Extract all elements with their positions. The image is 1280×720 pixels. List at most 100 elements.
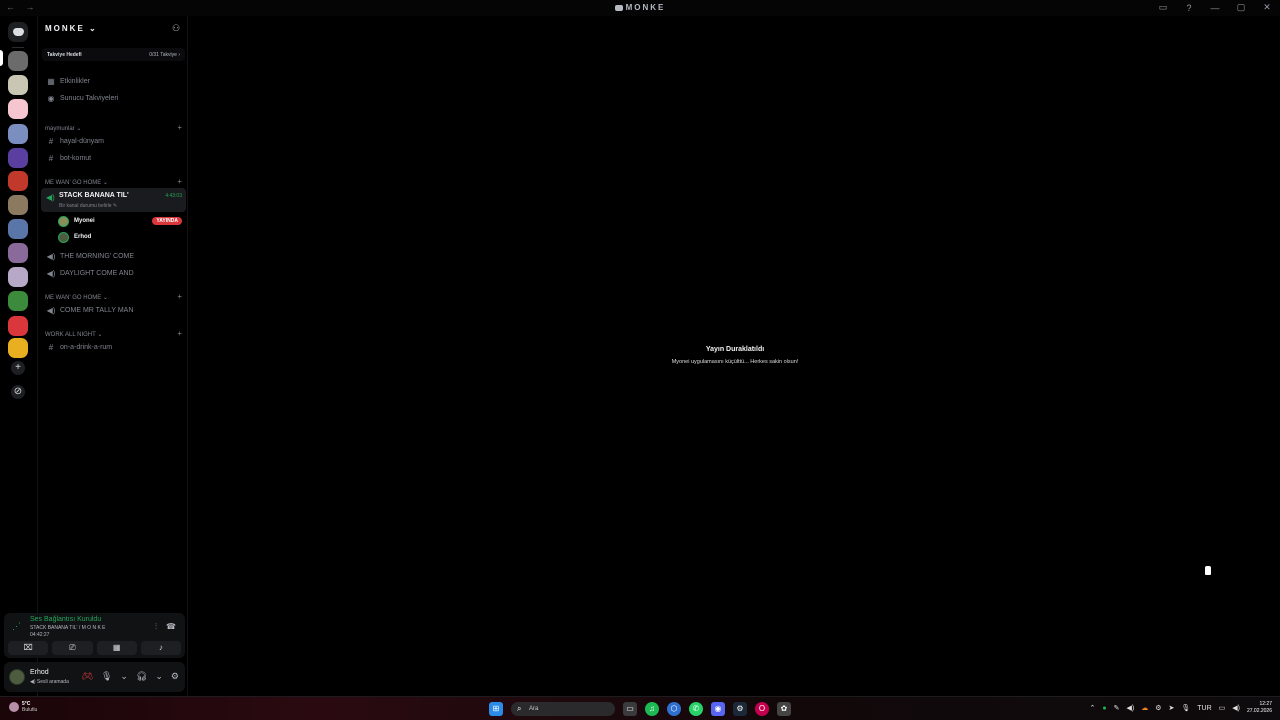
- headphones-icon[interactable]: 🎧︎: [136, 671, 147, 682]
- category-me-wan-go-home[interactable]: ME WAN' GO HOME ⌄ +: [45, 178, 182, 187]
- opera-icon[interactable]: O: [755, 702, 769, 716]
- microphone-icon[interactable]: 🎙︎: [101, 671, 112, 682]
- server-icon[interactable]: [8, 291, 28, 311]
- voice-status[interactable]: Ses Bağlantısı Kuruldu: [30, 616, 101, 623]
- speaker-icon: ◀): [46, 193, 55, 202]
- server-icon[interactable]: [8, 171, 28, 191]
- voice-channel-active[interactable]: ◀) STACK BANANA TIL' 4:43:03 Bir kanal d…: [41, 188, 186, 212]
- steam-icon[interactable]: ⚙: [733, 702, 747, 716]
- gear-icon[interactable]: ⚙: [171, 671, 179, 682]
- server-icon[interactable]: [8, 243, 28, 263]
- soundboard-button[interactable]: ♪: [140, 641, 181, 655]
- tray-app-icon[interactable]: ●: [1102, 705, 1106, 712]
- clock-time: 12:27: [1259, 701, 1272, 707]
- add-channel-icon[interactable]: +: [177, 178, 182, 186]
- server-icon[interactable]: [8, 267, 28, 287]
- volume-icon[interactable]: ◀): [1126, 704, 1134, 712]
- member-name: Erhod: [74, 234, 92, 240]
- chevron-down-icon[interactable]: ⌄: [120, 671, 128, 682]
- category-work-all-night[interactable]: WORK ALL NIGHT ⌄ +: [45, 330, 182, 339]
- voice-timer: 4:43:03: [165, 193, 182, 199]
- search-input[interactable]: Ara: [511, 702, 615, 716]
- server-icon[interactable]: [8, 51, 28, 71]
- category-name: maymunlar: [45, 126, 75, 132]
- voice-member[interactable]: Myonei: [58, 214, 95, 228]
- close-button[interactable]: ✕: [1260, 2, 1274, 13]
- discord-icon: [12, 28, 24, 36]
- discord-taskbar-icon[interactable]: ◉: [711, 702, 725, 716]
- voice-connection-panel: ⋰ Ses Bağlantısı Kuruldu STACK BANANA TI…: [4, 613, 185, 658]
- channel-bot-komut[interactable]: # bot-komut: [42, 151, 185, 166]
- channel-status-text: Bir kanal durumu belirle: [59, 203, 112, 209]
- category-name: ME WAN' GO HOME: [45, 295, 102, 301]
- server-icon[interactable]: [8, 219, 28, 239]
- activities-button[interactable]: ▦: [96, 641, 137, 655]
- microphone-icon[interactable]: 🎙︎: [1181, 704, 1190, 712]
- disconnect-icon[interactable]: ☎: [166, 622, 176, 632]
- add-server-button[interactable]: +: [11, 361, 25, 375]
- server-icon[interactable]: [8, 99, 28, 119]
- explore-button[interactable]: ⊘: [11, 385, 25, 399]
- boost-goal[interactable]: Takviye Hedefi 0/31 Takviye ›: [42, 48, 185, 61]
- minimize-button[interactable]: —: [1208, 3, 1222, 13]
- screen-share-button[interactable]: ⎚: [52, 641, 93, 655]
- server-header[interactable]: MONKE ⌄ ⚇: [38, 16, 189, 42]
- server-boosts-label: Sunucu Takviyeleri: [60, 95, 119, 102]
- weather-widget[interactable]: 5°C Bulutlu: [9, 701, 37, 713]
- voice-channel-name: STACK BANANA TIL': [59, 192, 129, 199]
- category-me-wan-go-home-2[interactable]: ME WAN' GO HOME ⌄ +: [45, 293, 182, 302]
- clock[interactable]: 12:27 27.02.2026: [1247, 701, 1272, 715]
- server-icon[interactable]: [8, 75, 28, 95]
- whatsapp-icon[interactable]: ✆: [689, 702, 703, 716]
- server-boosts-item[interactable]: ◉ Sunucu Takviyeleri: [42, 91, 185, 106]
- telegram-icon[interactable]: ➤: [1168, 704, 1174, 712]
- server-icon[interactable]: [8, 124, 28, 144]
- add-channel-icon[interactable]: +: [177, 293, 182, 301]
- add-channel-icon[interactable]: +: [177, 124, 182, 132]
- category-maymunlar[interactable]: maymunlar ⌄ +: [45, 124, 182, 133]
- add-channel-icon[interactable]: +: [177, 330, 182, 338]
- maximize-button[interactable]: ▢: [1234, 2, 1248, 13]
- noise-suppression-icon[interactable]: ⫶: [155, 622, 157, 632]
- inbox-icon[interactable]: ▭: [1156, 2, 1170, 13]
- server-icon[interactable]: [8, 316, 28, 336]
- avatar[interactable]: [9, 669, 25, 685]
- channel-name: on-a-drink-a-rum: [60, 344, 113, 351]
- invite-icon[interactable]: ⚇: [172, 23, 182, 33]
- server-list: + ⊘: [0, 16, 36, 696]
- speaker-icon[interactable]: ◀): [1232, 704, 1240, 712]
- task-view-icon[interactable]: ▭: [623, 702, 637, 716]
- channel-status[interactable]: Bir kanal durumu belirle ✎: [59, 203, 117, 209]
- server-icon[interactable]: [8, 148, 28, 168]
- network-icon[interactable]: ▭: [1219, 704, 1226, 712]
- events-item[interactable]: ▦ Etkinlikler: [42, 74, 185, 89]
- voice-channel[interactable]: ◀) THE MORNING' COME: [42, 249, 185, 264]
- app-icon[interactable]: ⬡: [667, 702, 681, 716]
- channel-on-a-drink-a-rum[interactable]: # on-a-drink-a-rum: [42, 340, 185, 355]
- voice-channel[interactable]: ◀) DAYLIGHT COME AND: [42, 266, 185, 281]
- language-indicator[interactable]: TUR: [1197, 705, 1211, 712]
- system-tray: ⌃ ● ✎ ◀) ☁ ⚙ ➤ 🎙︎ TUR ▭ ◀) 12:27 27.02.2…: [1089, 701, 1272, 715]
- chevron-down-icon[interactable]: ⌄: [155, 671, 163, 682]
- user-name[interactable]: Erhod: [30, 669, 49, 676]
- start-button[interactable]: ⊞: [489, 702, 503, 716]
- boost-count: 0/31 Takviye ›: [149, 52, 180, 58]
- voice-member[interactable]: Erhod: [58, 230, 91, 244]
- server-icon[interactable]: [8, 338, 28, 358]
- voice-channel-path[interactable]: STACK BANANA TIL' / M O N K E: [30, 625, 106, 631]
- camera-button[interactable]: ⌧: [8, 641, 49, 655]
- help-icon[interactable]: ?: [1182, 3, 1196, 13]
- tray-app-icon[interactable]: ✎: [1114, 704, 1120, 712]
- tray-app-icon[interactable]: ⚙: [1155, 704, 1161, 712]
- voice-channel[interactable]: ◀) COME MR TALLY MAN: [42, 303, 185, 318]
- home-button[interactable]: [8, 22, 28, 42]
- signal-icon[interactable]: ⋰: [12, 621, 22, 631]
- stream-view[interactable]: Yayın Duraklatıldı Myonei uygulamasını k…: [190, 16, 1280, 696]
- chevron-up-icon[interactable]: ⌃: [1089, 704, 1095, 712]
- spotify-icon[interactable]: ♫: [645, 702, 659, 716]
- cloud-icon[interactable]: ☁: [1141, 704, 1148, 712]
- app-icon[interactable]: ✿: [777, 702, 791, 716]
- gamepad-icon[interactable]: 🎮︎: [82, 671, 93, 682]
- channel-hayal-dunyam[interactable]: # hayal-dünyam: [42, 134, 185, 149]
- server-icon[interactable]: [8, 195, 28, 215]
